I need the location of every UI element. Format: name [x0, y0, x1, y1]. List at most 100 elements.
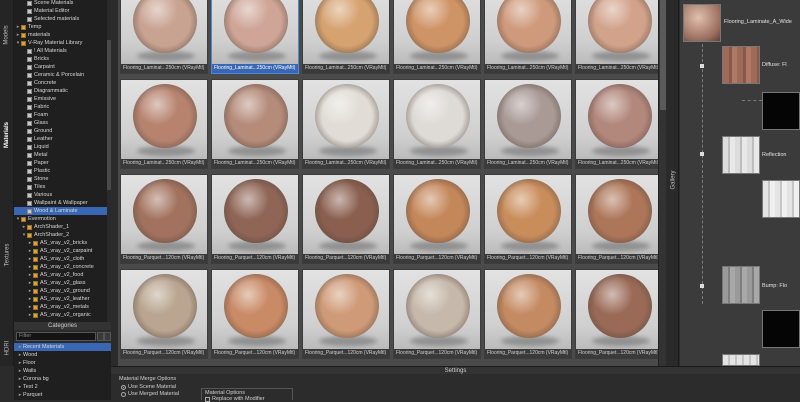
category-item[interactable]: ▸ Corona bg — [14, 375, 111, 383]
material-tile[interactable]: Flooring_Laminat...250cm (VRayMtl) — [302, 0, 390, 74]
category-item[interactable]: ▸ Parquet — [14, 391, 111, 399]
material-tile[interactable]: Flooring_Parquet...120cm (VRayMtl) — [484, 174, 572, 264]
preview-thumbnail[interactable] — [683, 4, 721, 42]
tab-hdri[interactable]: HDRI — [0, 330, 14, 366]
tree-item[interactable]: Leather — [14, 135, 110, 143]
tree-item[interactable]: Carpaint — [14, 63, 110, 71]
tree-item[interactable]: Bricks — [14, 55, 110, 63]
tab-models[interactable]: Models — [0, 0, 14, 70]
tree-item[interactable]: ▸ AS_vray_v2_leather — [14, 295, 110, 303]
tree-item[interactable]: Liquid — [14, 143, 110, 151]
replace-with-modifier-checkbox[interactable]: Replace with Modifier — [205, 396, 265, 402]
category-item[interactable]: ▸ Test 2 — [14, 383, 111, 391]
tree-item[interactable]: ▸ AS_vray_v2_bricks — [14, 239, 110, 247]
tree-item[interactable]: Concrete — [14, 79, 110, 87]
tree-item[interactable]: Diagrammatic — [14, 87, 110, 95]
material-tile[interactable]: Flooring_Parquet...120cm (VRayMtl) — [393, 269, 481, 359]
node-socket[interactable] — [700, 152, 704, 156]
material-tile[interactable]: Flooring_Laminat...250cm (VRayMtl) — [575, 0, 658, 74]
tree-item[interactable]: Scene Materials — [14, 0, 110, 7]
material-tile[interactable]: Flooring_Laminat...250cm (VRayMtl) — [575, 79, 658, 169]
material-tile[interactable]: Flooring_Parquet...120cm (VRayMtl) — [211, 174, 299, 264]
tree-item[interactable]: Tiles — [14, 183, 110, 191]
material-tile[interactable]: Flooring_Parquet...120cm (VRayMtl) — [575, 174, 658, 264]
tree-item[interactable]: Paper — [14, 159, 110, 167]
categories-list[interactable]: ▸ Recent Materials ▸ Wood ▸ Floor ▸ Walls ▸ Coron… — [14, 343, 111, 400]
material-tile[interactable]: Flooring_Parquet...120cm (VRayMtl) — [393, 174, 481, 264]
tree-item[interactable]: ▸ AS_vray_v2_cloth — [14, 255, 110, 263]
tree-item[interactable]: ▾ V-Ray Material Library — [14, 39, 110, 47]
material-tile[interactable]: Flooring_Laminat...250cm (VRayMtl) — [120, 79, 208, 169]
tree-item[interactable]: Wood & Laminate — [14, 207, 110, 215]
tree-item[interactable]: ▸ AS_vray_v2_concrete — [14, 263, 110, 271]
tree-item[interactable]: Glass — [14, 119, 110, 127]
node-socket[interactable] — [700, 284, 704, 288]
tab-textures[interactable]: Textures — [0, 220, 14, 290]
material-tile[interactable]: Flooring_Laminat...250cm (VRayMtl) — [393, 0, 481, 74]
tree-item[interactable]: Material Editor — [14, 7, 110, 15]
tree-item[interactable]: ! All Materials — [14, 47, 110, 55]
tree-item[interactable]: Selected materials — [14, 15, 110, 23]
tree-item[interactable]: Fabric — [14, 103, 110, 111]
tree-item[interactable]: ▸ materials — [14, 31, 110, 39]
tree-item[interactable]: ▾ Evermotion — [14, 215, 110, 223]
reflection-texture-swatch[interactable] — [722, 136, 760, 174]
tree-item[interactable]: Foam — [14, 111, 110, 119]
tab-materials[interactable]: Materials — [0, 90, 14, 180]
category-item[interactable]: ▸ Walls — [14, 367, 111, 375]
material-tile[interactable]: Flooring_Laminat...250cm (VRayMtl) — [120, 0, 208, 74]
category-item[interactable]: ▸ Recent Materials — [14, 343, 111, 351]
material-tile[interactable]: Flooring_Parquet...120cm (VRayMtl) — [484, 269, 572, 359]
grid-scrollbar[interactable] — [658, 0, 666, 366]
texture-swatch[interactable] — [722, 354, 760, 366]
material-tile[interactable]: Flooring_Laminat...250cm (VRayMtl) — [484, 79, 572, 169]
tree-item[interactable]: Emissive — [14, 95, 110, 103]
tree-item[interactable]: ▸ ArchShader_1 — [14, 223, 110, 231]
tree-item[interactable]: ▸ Temp — [14, 23, 110, 31]
material-tile[interactable]: Flooring_Parquet...120cm (VRayMtl) — [302, 174, 390, 264]
tree-item[interactable]: Various — [14, 191, 110, 199]
tree-item[interactable]: ▸ AS_vray_v2_organic — [14, 311, 110, 319]
tree-item[interactable]: Metal — [14, 151, 110, 159]
material-tile[interactable]: Flooring_Laminat...250cm (VRayMtl) — [302, 79, 390, 169]
reflection-sub-swatch[interactable] — [762, 180, 800, 218]
material-tile[interactable]: Flooring_Laminat...250cm (VRayMtl) — [484, 0, 572, 74]
tree-item[interactable]: Plastic — [14, 167, 110, 175]
bump-sub-swatch[interactable] — [762, 310, 800, 348]
material-tile[interactable]: Flooring_Parquet...120cm (VRayMtl) — [211, 269, 299, 359]
tree-item[interactable]: Ground — [14, 127, 110, 135]
diffuse-sub-swatch[interactable] — [762, 92, 800, 130]
tab-gallery[interactable]: Gallery — [667, 140, 679, 220]
grid-scroll-thumb[interactable] — [660, 0, 666, 110]
node-socket[interactable] — [700, 64, 704, 68]
tree-item[interactable]: ▸ AS_vray_v2_ground — [14, 287, 110, 295]
tree-item[interactable]: Wallpaint & Wallpaper — [14, 199, 110, 207]
tree-item[interactable]: ▸ AS_vray_v2_carpaint — [14, 247, 110, 255]
diffuse-texture-swatch[interactable] — [722, 46, 760, 84]
material-grid[interactable]: Flooring_Laminat...250cm (VRayMtl) Floori… — [118, 0, 658, 366]
tree-scroll-thumb[interactable] — [107, 40, 111, 190]
material-tile[interactable]: Flooring_Laminat...250cm (VRayMtl) — [211, 0, 299, 74]
material-tile[interactable]: Flooring_Parquet...120cm (VRayMtl) — [120, 269, 208, 359]
tree-item[interactable]: ▾ ArchShader_2 — [14, 231, 110, 239]
category-item[interactable]: ▸ Floor — [14, 359, 111, 367]
categories-search-input[interactable]: Filter — [16, 332, 96, 341]
edit-category-button[interactable] — [104, 332, 111, 341]
tree-item[interactable]: ▸ AS_vray_v2_metals — [14, 303, 110, 311]
library-tree[interactable]: Scene Materials Material Editor Selected m… — [14, 0, 111, 322]
tree-item[interactable]: Stone — [14, 175, 110, 183]
category-item[interactable]: ▸ Wood — [14, 351, 111, 359]
add-category-button[interactable] — [97, 332, 104, 341]
material-tile[interactable]: Flooring_Laminat...250cm (VRayMtl) — [211, 79, 299, 169]
material-tile[interactable]: Flooring_Parquet...120cm (VRayMtl) — [575, 269, 658, 359]
tree-item[interactable]: Ceramic & Porcelain — [14, 71, 110, 79]
material-tile[interactable]: Flooring_Laminat...250cm (VRayMtl) — [393, 79, 481, 169]
material-tile[interactable]: Flooring_Parquet...120cm (VRayMtl) — [302, 269, 390, 359]
tree-item[interactable]: ▸ AS_vray_v2_glass — [14, 279, 110, 287]
tree-item[interactable]: ▸ AS_vray_v2_food — [14, 271, 110, 279]
tree-scrollbar[interactable] — [107, 0, 111, 322]
use-scene-material-radio[interactable]: Use Scene Material — [121, 384, 176, 390]
bump-texture-swatch[interactable] — [722, 266, 760, 304]
material-tile[interactable]: Flooring_Parquet...120cm (VRayMtl) — [120, 174, 208, 264]
use-merged-material-radio[interactable]: Use Merged Material — [121, 391, 179, 397]
